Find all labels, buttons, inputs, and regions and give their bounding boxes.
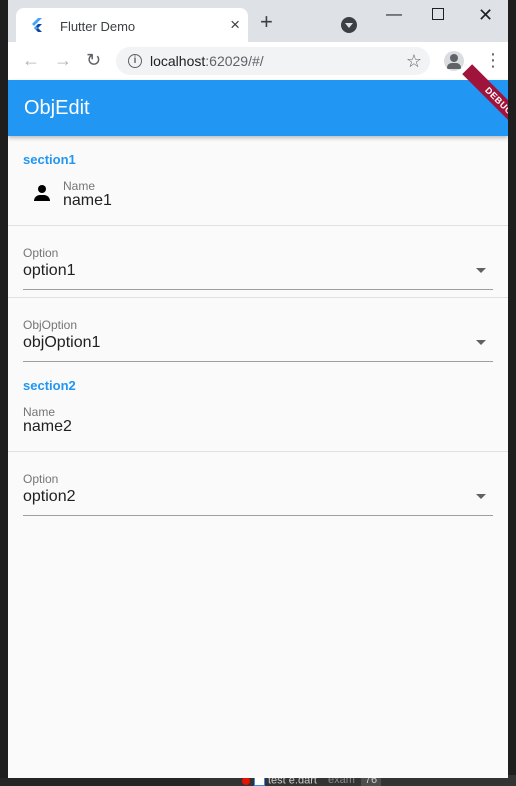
option2-underline xyxy=(23,515,493,516)
option2-label: Option xyxy=(23,472,59,486)
tab-strip: Flutter Demo × + — ✕ xyxy=(8,0,508,42)
profile-icon[interactable] xyxy=(444,51,464,71)
option1-dropdown[interactable]: option1 xyxy=(23,262,76,280)
option1-label: Option xyxy=(23,246,59,260)
app-bar: ObjEdit xyxy=(8,80,508,136)
url-path: :62029/#/ xyxy=(205,53,264,69)
maximize-icon[interactable] xyxy=(432,8,444,20)
tab-search-icon[interactable] xyxy=(341,17,357,33)
option1-underline xyxy=(23,289,493,290)
browser-toolbar: ← → ↻ i localhost:62029/#/ ☆ ⋮ xyxy=(8,42,508,81)
chevron-down-icon[interactable] xyxy=(476,494,486,499)
divider xyxy=(8,297,508,298)
back-icon[interactable]: ← xyxy=(22,50,40,70)
tab-title: Flutter Demo xyxy=(60,19,136,34)
page-title: ObjEdit xyxy=(24,97,90,119)
name2-field[interactable]: name2 xyxy=(23,418,72,436)
forward-icon[interactable]: → xyxy=(54,50,72,70)
minimize-icon[interactable]: — xyxy=(386,5,402,25)
browser-window: Flutter Demo × + — ✕ ← → ↻ i localhost:6… xyxy=(8,0,508,778)
objoption1-dropdown[interactable]: objOption1 xyxy=(23,334,100,352)
section1-header: section1 xyxy=(23,152,76,167)
flutter-logo-icon xyxy=(32,18,42,32)
section2-header: section2 xyxy=(23,378,76,393)
window-close-icon[interactable]: ✕ xyxy=(478,5,493,25)
new-tab-button[interactable]: + xyxy=(260,11,273,33)
url-host: localhost xyxy=(150,53,206,69)
objoption1-underline xyxy=(23,361,493,362)
chevron-down-icon[interactable] xyxy=(476,268,486,273)
name2-label: Name xyxy=(23,405,56,419)
person-icon xyxy=(34,185,50,201)
objoption1-label: ObjOption xyxy=(23,318,78,332)
divider xyxy=(8,451,508,452)
reload-icon[interactable]: ↻ xyxy=(86,50,101,70)
url-text[interactable]: localhost:62029/#/ xyxy=(150,53,264,69)
name1-label: Name xyxy=(63,179,96,193)
background-editor xyxy=(508,0,516,786)
option2-dropdown[interactable]: option2 xyxy=(23,488,76,506)
address-bar[interactable]: i localhost:62029/#/ ☆ xyxy=(116,47,430,75)
divider xyxy=(8,225,508,226)
chevron-down-icon[interactable] xyxy=(476,340,486,345)
browser-tab[interactable]: Flutter Demo × xyxy=(16,8,248,42)
info-icon[interactable]: i xyxy=(128,54,142,68)
form-content: section1 Name name1 Option option1 ObjOp… xyxy=(8,136,508,778)
name1-field[interactable]: name1 xyxy=(63,192,112,210)
star-icon[interactable]: ☆ xyxy=(406,50,422,72)
close-icon[interactable]: × xyxy=(230,15,240,35)
more-vert-icon[interactable]: ⋮ xyxy=(484,50,502,70)
